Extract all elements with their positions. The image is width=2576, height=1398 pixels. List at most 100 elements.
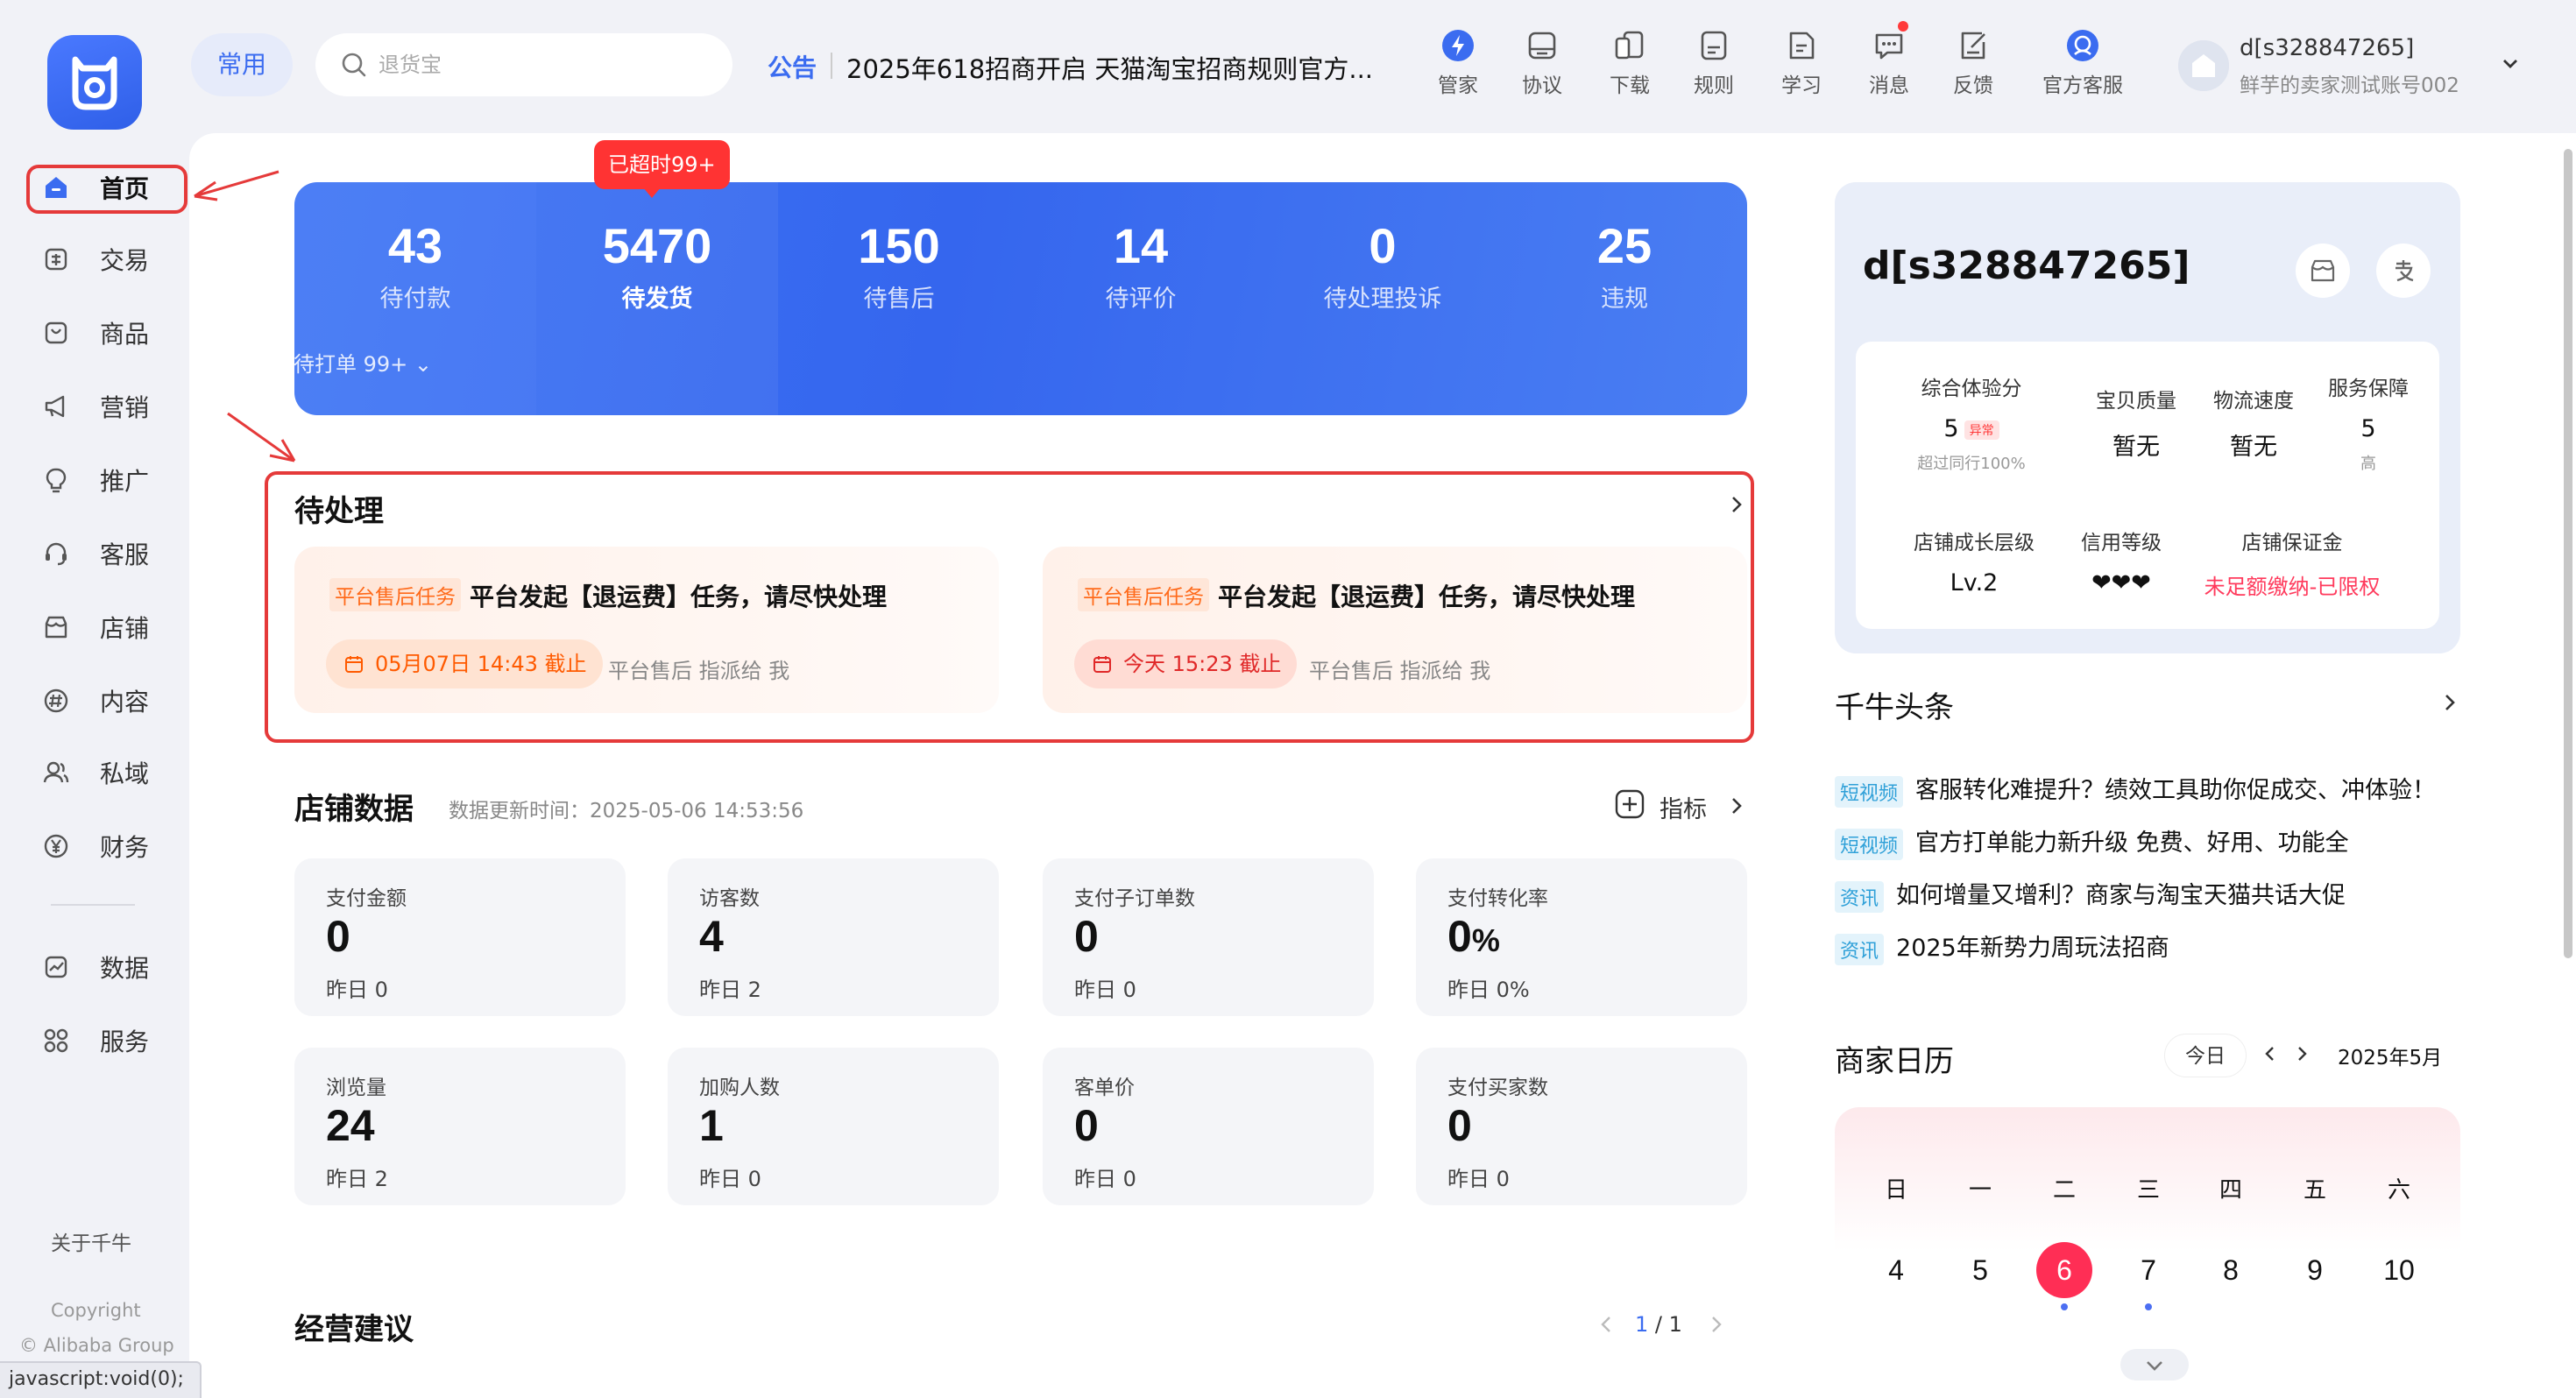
score-quality[interactable]: 宝贝质量 暂无	[2080, 384, 2192, 462]
search-input[interactable]	[379, 46, 711, 84]
score-value: 暂无	[2112, 434, 2160, 461]
sidebar-item-customer-service[interactable]: 客服	[26, 527, 186, 580]
metric-payment-amount[interactable]: 支付金额 0 昨日 0	[294, 858, 626, 1016]
metric-label: 支付买家数	[1447, 1077, 1548, 1099]
sidebar-item-finance[interactable]: 财务	[26, 820, 186, 872]
sidebar-item-trade[interactable]: 交易	[26, 233, 186, 286]
butler-button[interactable]: 管家	[1421, 26, 1495, 105]
calendar-day[interactable]: 10	[2371, 1242, 2427, 1298]
account-subtitle: 鲜芋的卖家测试账号002	[2240, 74, 2459, 97]
metric-avg-order-value[interactable]: 客单价 0 昨日 0	[1043, 1048, 1374, 1205]
sidebar-item-label: 交易	[100, 246, 150, 275]
sidebar-item-private-domain[interactable]: 私域	[26, 746, 186, 799]
chevron-down-icon[interactable]	[2499, 53, 2522, 75]
sidebar-item-services[interactable]: 服务	[26, 1014, 186, 1067]
hash-icon	[40, 685, 72, 717]
calendar-day[interactable]: 7	[2120, 1242, 2176, 1298]
headline-item[interactable]: 短视频 官方打单能力新升级 免费、好用、功能全	[1835, 823, 2349, 860]
chevron-left-icon[interactable]	[1596, 1314, 1617, 1335]
stat-violations[interactable]: 25 违规	[1504, 217, 1745, 314]
sidebar-item-store[interactable]: 店铺	[26, 601, 186, 653]
headline-text: 2025年新势力周玩法招商	[1896, 935, 2169, 962]
metric-page-views[interactable]: 浏览量 24 昨日 2	[294, 1048, 626, 1205]
task-meta: 平台售后 指派给 我	[608, 659, 790, 683]
notice-text[interactable]: 2025年618招商开启 天猫淘宝招商规则官方...	[846, 49, 1373, 86]
metric-yesterday: 昨日 0	[1074, 1167, 1136, 1191]
metric-paying-buyers[interactable]: 支付买家数 0 昨日 0	[1416, 1048, 1747, 1205]
rules-label: 规则	[1694, 74, 1734, 97]
pending-task-card[interactable]: 平台售后任务 平台发起【退运费】任务，请尽快处理 今天 15:23 截止 平台售…	[1043, 547, 1747, 713]
score-service[interactable]: 服务保障 5 高	[2320, 371, 2417, 474]
score-overall[interactable]: 综合体验分 5 异常 超过同行100%	[1907, 371, 2036, 474]
stat-pending-review[interactable]: 14 待评价	[1020, 217, 1262, 314]
stat-after-sales[interactable]: 150 待售后	[778, 217, 1020, 314]
metric-label: 浏览量	[326, 1077, 386, 1099]
calendar-day-selected[interactable]: 6	[2036, 1242, 2092, 1298]
sidebar-item-goods[interactable]: 商品	[26, 307, 186, 359]
stat-pending-payment[interactable]: 43 待付款	[294, 217, 536, 314]
calendar-title: 商家日历	[1835, 1044, 1954, 1079]
sidebar-item-label: 服务	[100, 1027, 150, 1056]
official-support-button[interactable]: 官方客服	[2038, 26, 2127, 105]
metric-value: 24	[326, 1101, 375, 1150]
score-credit[interactable]: 信用等级 ❤❤❤	[2073, 526, 2169, 597]
headline-text: 官方打单能力新升级 免费、好用、功能全	[1915, 830, 2349, 857]
calendar-expand-button[interactable]	[2120, 1349, 2189, 1380]
avatar[interactable]	[2178, 40, 2229, 91]
account-name[interactable]: d[s328847265]	[2240, 35, 2414, 61]
sidebar-item-content[interactable]: 内容	[26, 674, 186, 727]
sidebar-item-data[interactable]: 数据	[26, 941, 186, 993]
headline-item[interactable]: 资讯 如何增量又增利？商家与淘宝天猫共话大促	[1835, 876, 2346, 913]
pending-task-card[interactable]: 平台售后任务 平台发起【退运费】任务，请尽快处理 05月07日 14:43 截止…	[294, 547, 999, 713]
stat-complaints[interactable]: 0 待处理投诉	[1262, 217, 1504, 314]
sidebar-item-label: 店铺	[100, 614, 150, 643]
sidebar-item-promotion[interactable]: 推广	[26, 454, 186, 506]
calendar-month: 2025年5月	[2338, 1047, 2443, 1070]
agreement-button[interactable]: 协议	[1505, 26, 1579, 105]
chevron-left-icon[interactable]	[2261, 1044, 2280, 1063]
download-button[interactable]: 下载	[1593, 26, 1667, 105]
chevron-right-icon[interactable]	[1726, 795, 1747, 816]
shop-button[interactable]	[2296, 244, 2350, 298]
chevron-right-icon[interactable]	[2439, 692, 2460, 713]
chevron-right-icon[interactable]	[1726, 494, 1747, 515]
sidebar-item-marketing[interactable]: 营销	[26, 380, 186, 433]
indicator-button[interactable]: 指标	[1660, 790, 1707, 824]
learn-button[interactable]: 学习	[1765, 26, 1838, 105]
chevron-right-icon[interactable]	[2292, 1044, 2311, 1063]
search-box[interactable]	[315, 33, 732, 96]
headline-item[interactable]: 短视频 客服转化难提升？绩效工具助你促成交、冲体验！	[1835, 771, 2436, 808]
chevron-down-icon: ⌄	[414, 352, 433, 377]
headline-tag: 资讯	[1835, 933, 1885, 965]
message-icon	[1870, 26, 1908, 65]
pending-print-dropdown[interactable]: 待打单 99+ ⌄	[242, 347, 484, 378]
feedback-button[interactable]: 反馈	[1936, 26, 2010, 105]
score-growth-level[interactable]: 店铺成长层级 Lv.2	[1900, 526, 2049, 597]
calendar-day[interactable]: 8	[2203, 1242, 2259, 1298]
qianniu-logo[interactable]	[47, 35, 142, 130]
frequent-button[interactable]: 常用	[191, 33, 293, 96]
sidebar-item-label: 营销	[100, 393, 150, 422]
metric-conversion-rate[interactable]: 支付转化率 0% 昨日 0%	[1416, 858, 1747, 1016]
chevron-right-icon[interactable]	[1705, 1314, 1726, 1335]
about-link[interactable]: 关于千牛	[51, 1226, 131, 1256]
calendar-day[interactable]: 4	[1868, 1242, 1924, 1298]
add-indicator-icon[interactable]	[1614, 788, 1645, 820]
trade-icon	[40, 244, 72, 275]
scrollbar[interactable]	[2564, 149, 2572, 958]
metric-sub-orders[interactable]: 支付子订单数 0 昨日 0	[1043, 858, 1374, 1016]
calendar-day[interactable]: 9	[2287, 1242, 2343, 1298]
headlines-title: 千牛头条	[1835, 690, 1954, 725]
score-logistics[interactable]: 物流速度 暂无	[2197, 384, 2310, 462]
metric-add-to-cart[interactable]: 加购人数 1 昨日 0	[668, 1048, 999, 1205]
message-button[interactable]: 消息	[1852, 26, 1926, 105]
score-deposit[interactable]: 店铺保证金 未足额缴纳-已限权	[2196, 526, 2388, 600]
rules-icon	[1695, 26, 1733, 65]
calendar-today-button[interactable]: 今日	[2164, 1034, 2247, 1077]
calendar-day[interactable]: 5	[1952, 1242, 2008, 1298]
headline-item[interactable]: 资讯 2025年新势力周玩法招商	[1835, 928, 2169, 965]
stat-pending-shipment[interactable]: 5470 待发货	[536, 217, 778, 314]
metric-visitors[interactable]: 访客数 4 昨日 2	[668, 858, 999, 1016]
alipay-button[interactable]	[2376, 244, 2431, 298]
rules-button[interactable]: 规则	[1677, 26, 1751, 105]
